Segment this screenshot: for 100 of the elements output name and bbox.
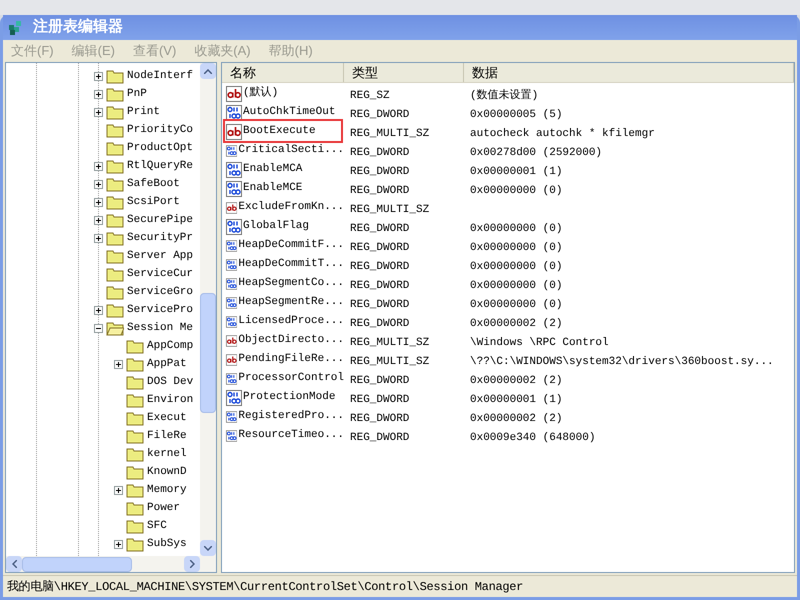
expand-toggle[interactable]: [94, 180, 103, 188]
value-data: (数值未设置): [470, 90, 538, 102]
tree-item[interactable]: KnownD: [147, 464, 187, 480]
tree-item[interactable]: Server App: [127, 248, 194, 264]
value-name[interactable]: (默认): [243, 85, 278, 102]
value-name[interactable]: EnableMCA: [243, 161, 302, 178]
value-type: REG_DWORD: [350, 184, 410, 196]
value-type: REG_DWORD: [350, 394, 410, 406]
value-data: 0x00000000 (0): [470, 260, 562, 272]
tree-item[interactable]: DOS Dev: [147, 374, 194, 390]
value-data: 0x00000002 (2): [470, 412, 562, 424]
tree-item[interactable]: Print: [127, 104, 160, 120]
tree-item[interactable]: ServicePro: [127, 302, 194, 318]
expand-toggle[interactable]: [94, 72, 103, 80]
tree-item[interactable]: ProductOpt: [127, 140, 194, 156]
tree-item[interactable]: Execut: [147, 410, 187, 426]
status-path: 我的电脑\HKEY_LOCAL_MACHINE\SYSTEM\CurrentControlSet\Control\Session Manager: [7, 578, 524, 596]
column-header[interactable]: 名称: [222, 63, 344, 82]
tree-item[interactable]: SecurityPr: [127, 230, 194, 246]
scroll-up-button[interactable]: [200, 63, 216, 79]
tree-item[interactable]: ServiceCur: [127, 266, 194, 282]
expand-toggle[interactable]: [114, 360, 123, 368]
window-title: 注册表编辑器: [33, 17, 123, 38]
value-name[interactable]: ObjectDirecto...: [238, 332, 344, 349]
value-type: REG_DWORD: [350, 108, 410, 120]
binary-value-icon: [226, 180, 242, 196]
value-name[interactable]: HeapSegmentRe...: [238, 294, 344, 311]
value-name[interactable]: HeapSegmentCo...: [238, 275, 344, 292]
tree-item[interactable]: NodeInterf: [127, 68, 194, 84]
binary-value-icon: [226, 408, 238, 424]
value-name[interactable]: CriticalSecti...: [238, 142, 344, 159]
tree-item[interactable]: Memory: [147, 482, 187, 498]
value-name[interactable]: RegisteredPro...: [238, 408, 344, 425]
expand-toggle[interactable]: [94, 162, 103, 170]
tree-item[interactable]: SecurePipe: [127, 212, 194, 228]
value-type: REG_DWORD: [350, 298, 410, 310]
tree-item[interactable]: PriorityCo: [127, 122, 194, 138]
value-type: REG_MULTI_SZ: [350, 356, 430, 368]
scroll-right-button[interactable]: [184, 556, 200, 572]
binary-value-icon: [226, 104, 242, 120]
tree-item[interactable]: AppPat: [147, 356, 187, 372]
column-header[interactable]: 数据: [464, 63, 794, 82]
value-name[interactable]: PendingFileRe...: [238, 351, 344, 368]
scroll-thumb[interactable]: [22, 556, 132, 572]
value-type: REG_DWORD: [350, 280, 410, 292]
string-value-icon: [226, 86, 242, 102]
value-name[interactable]: AutoChkTimeOut: [243, 104, 336, 121]
expand-toggle[interactable]: [94, 306, 103, 314]
value-type: REG_DWORD: [350, 146, 410, 158]
binary-value-icon: [226, 162, 242, 178]
value-data: 0x00000001 (1): [470, 166, 562, 178]
binary-value-icon: [226, 294, 238, 310]
horizontal-scrollbar[interactable]: [6, 556, 216, 572]
tree-item[interactable]: FileRe: [147, 428, 187, 444]
value-data: 0x00000000 (0): [470, 242, 562, 254]
tree-item[interactable]: Session Me: [127, 320, 194, 336]
value-name[interactable]: HeapDeCommitT...: [238, 256, 344, 273]
tree-item[interactable]: Environ: [147, 392, 194, 408]
value-name[interactable]: BootExecute: [243, 123, 316, 140]
value-name[interactable]: HeapDeCommitF...: [238, 237, 344, 254]
value-type: REG_DWORD: [350, 432, 410, 444]
expand-toggle[interactable]: [114, 540, 123, 548]
binary-value-icon: [226, 256, 238, 272]
expand-toggle[interactable]: [94, 108, 103, 116]
expand-toggle[interactable]: [94, 90, 103, 98]
tree-item[interactable]: SFC: [147, 518, 167, 534]
value-data: 0x00000002 (2): [470, 374, 562, 386]
value-name[interactable]: ResourceTimeo...: [238, 427, 344, 444]
tree-item[interactable]: AppComp: [147, 338, 194, 354]
expand-toggle[interactable]: [114, 486, 123, 494]
tree-item[interactable]: PnP: [127, 86, 147, 102]
value-data: 0x00000005 (5): [470, 108, 562, 120]
value-name[interactable]: LicensedProce...: [238, 313, 344, 330]
collapse-toggle[interactable]: [94, 324, 103, 332]
tree-item[interactable]: RtlQueryRe: [127, 158, 194, 174]
value-type: REG_DWORD: [350, 374, 410, 386]
value-name[interactable]: ProcessorControl: [238, 370, 344, 387]
tree-item[interactable]: SafeBoot: [127, 176, 180, 192]
expand-toggle[interactable]: [94, 216, 103, 224]
expand-toggle[interactable]: [94, 198, 103, 206]
value-name[interactable]: ExcludeFromKn...: [238, 199, 344, 216]
tree-item[interactable]: ScsiPort: [127, 194, 180, 210]
value-type: REG_DWORD: [350, 242, 410, 254]
expand-toggle[interactable]: [94, 234, 103, 242]
tree-item[interactable]: Power: [147, 500, 180, 516]
value-data: 0x00000000 (0): [470, 280, 562, 292]
value-name[interactable]: GlobalFlag: [243, 218, 310, 235]
value-data: 0x00000002 (2): [470, 318, 562, 330]
column-header[interactable]: 类型: [344, 63, 464, 82]
binary-value-icon: [226, 428, 238, 444]
tree-item[interactable]: ServiceGro: [127, 284, 194, 300]
scroll-left-button[interactable]: [6, 556, 22, 572]
value-name[interactable]: EnableMCE: [243, 180, 302, 197]
scroll-thumb[interactable]: [200, 293, 216, 413]
scroll-down-button[interactable]: [200, 540, 216, 556]
tree-item[interactable]: kernel: [147, 446, 187, 462]
vertical-scrollbar[interactable]: [200, 63, 216, 556]
value-name[interactable]: ProtectionMode: [243, 389, 336, 406]
binary-value-icon: [226, 390, 242, 406]
tree-item[interactable]: SubSys: [147, 536, 187, 552]
